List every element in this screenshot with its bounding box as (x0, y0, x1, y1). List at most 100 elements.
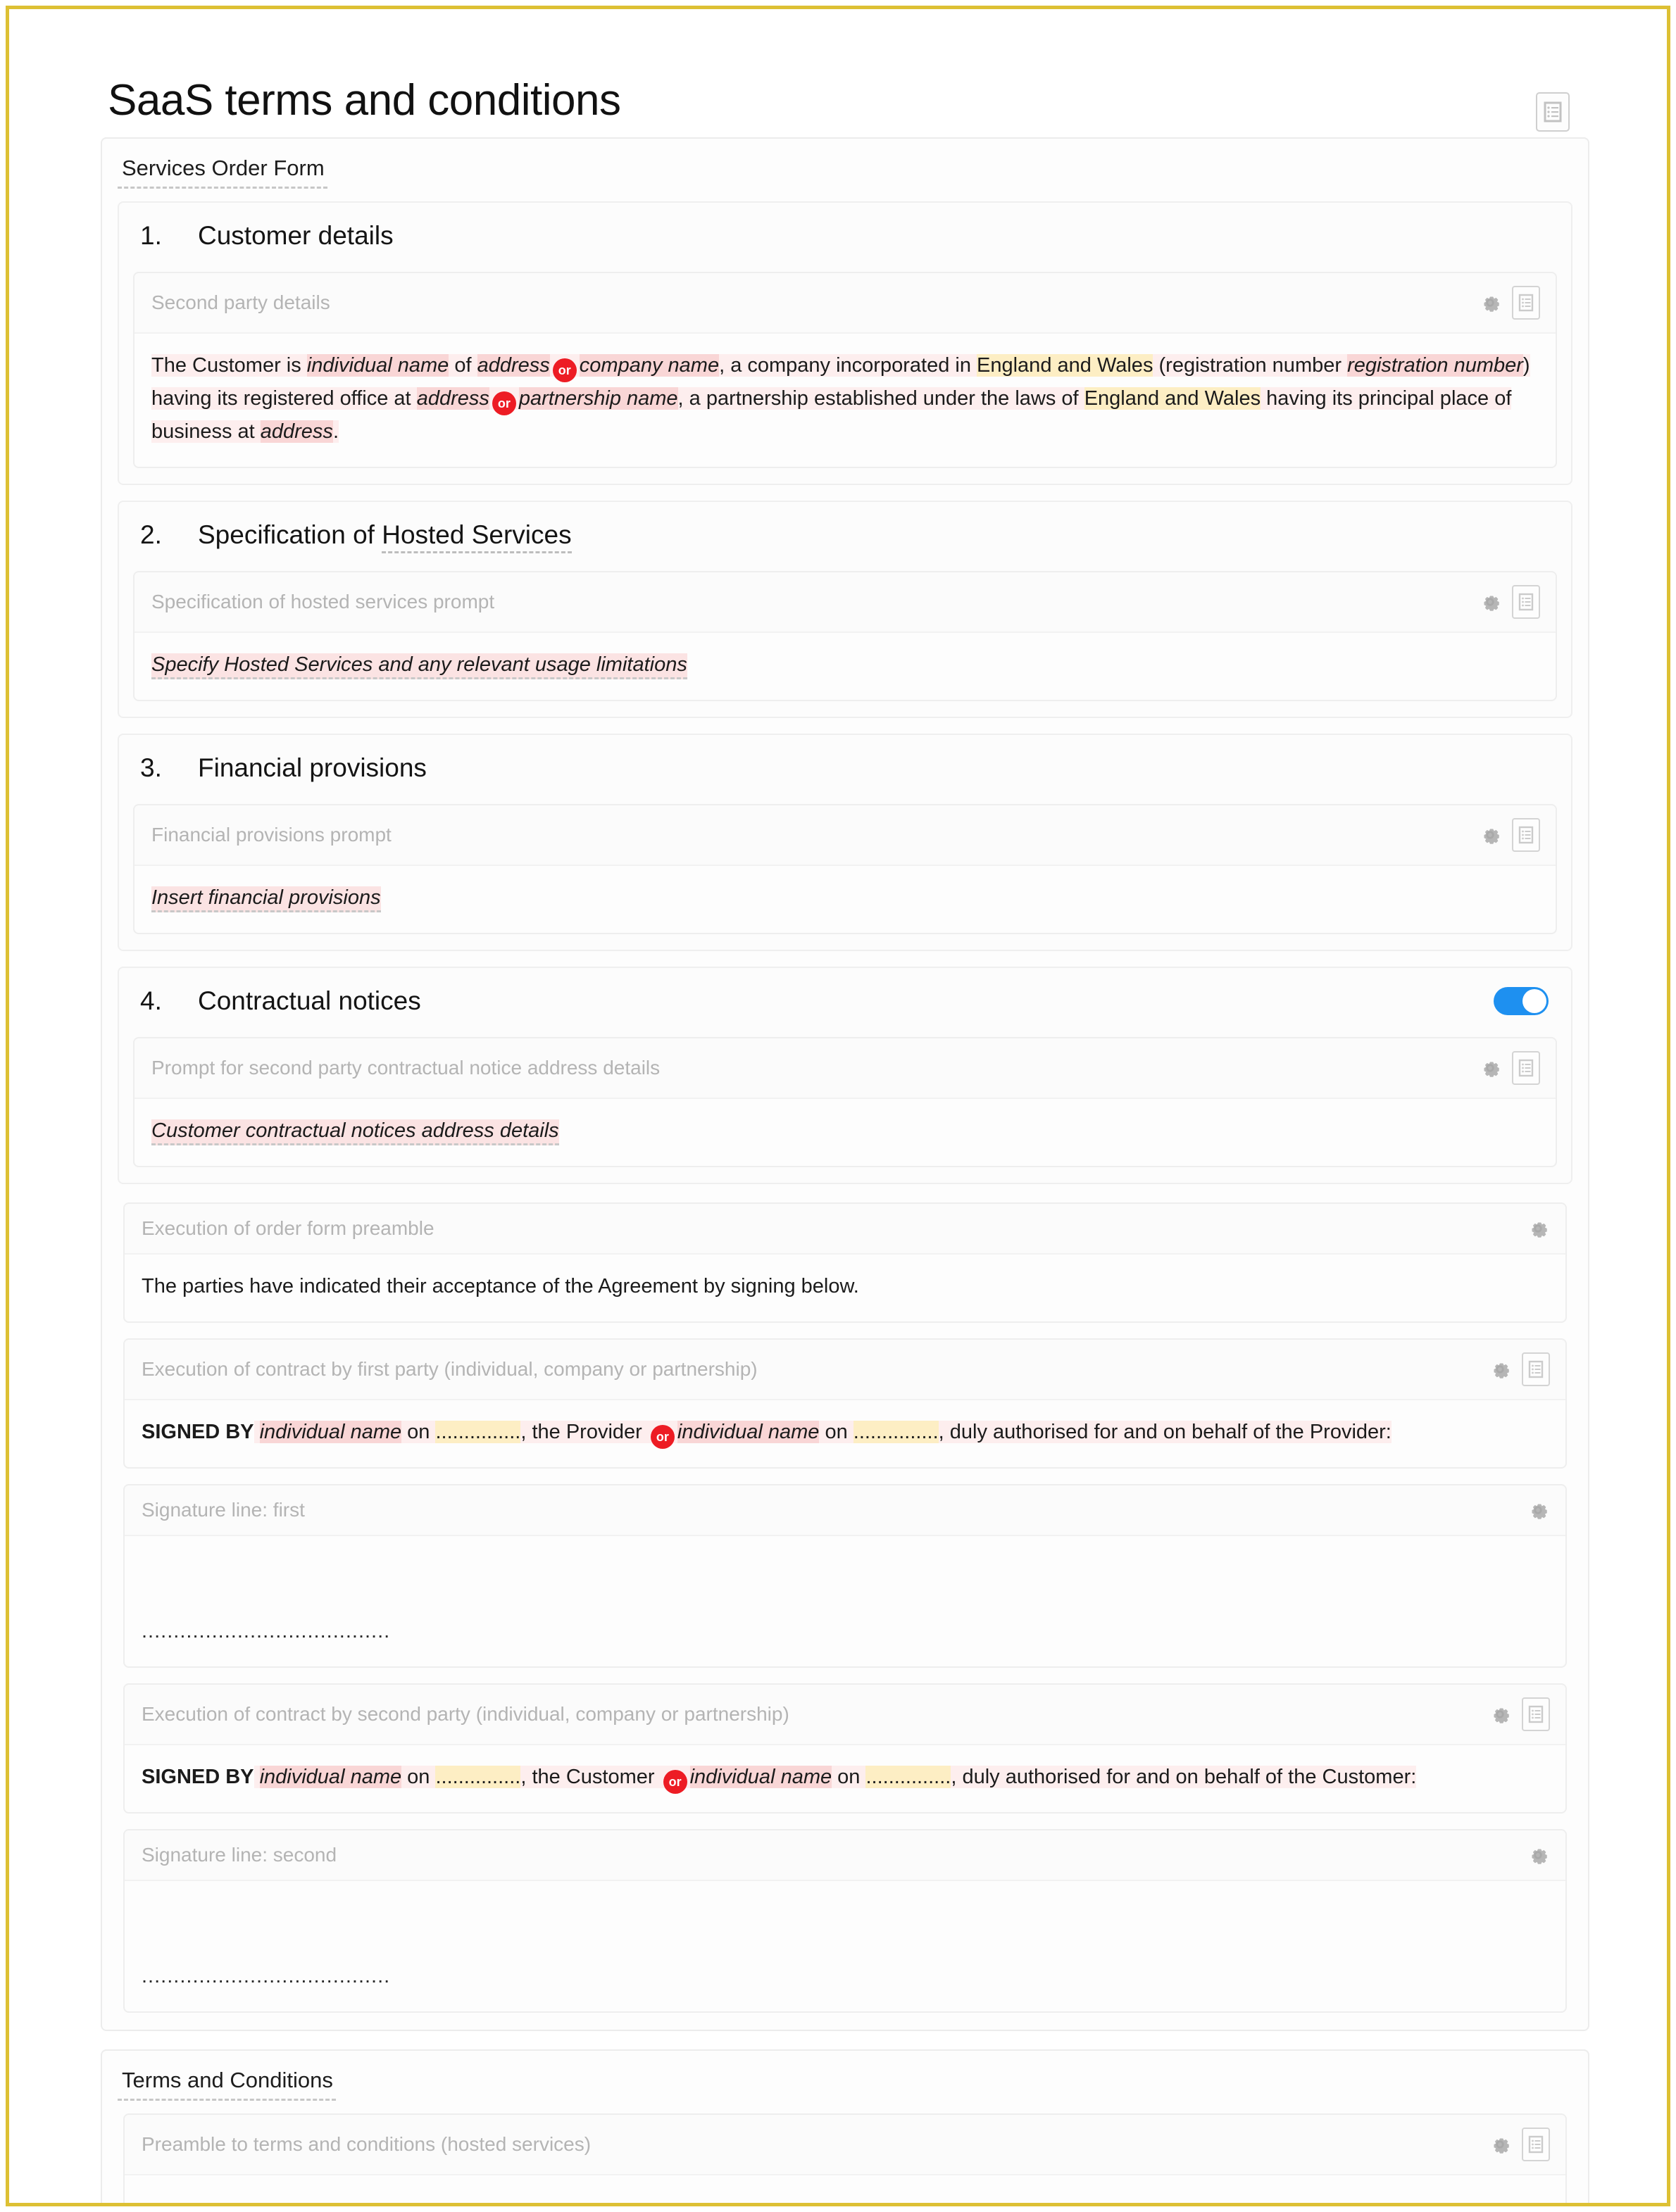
gear-icon[interactable] (1478, 590, 1502, 614)
placeholder-date[interactable]: ............... (865, 1766, 951, 1788)
gear-icon[interactable] (1526, 1217, 1550, 1240)
signed-by-label: SIGNED BY (142, 1766, 254, 1788)
placeholder-registration-number[interactable]: registration number (1347, 354, 1523, 377)
or-badge[interactable]: or (663, 1770, 687, 1794)
field-header: Prompt for second party contractual noti… (135, 1038, 1556, 1100)
text-fragment: on (401, 1766, 436, 1788)
field-contractual-notices-prompt: Prompt for second party contractual noti… (133, 1037, 1557, 1168)
field-header: Signature line: second (125, 1830, 1565, 1881)
placeholder-company-name[interactable]: company name (579, 354, 720, 377)
gear-icon[interactable] (1488, 1702, 1512, 1726)
section-contractual-notices: 4. Contractual notices Prompt for second… (118, 967, 1572, 1185)
or-badge[interactable]: or (552, 358, 577, 383)
document-page: SaaS terms and conditions Services Order… (6, 6, 1670, 2206)
text-fragment: Please read these Terms and Conditions c… (142, 2200, 1372, 2203)
field-label: Execution of order form preamble (142, 1217, 434, 1240)
gear-icon[interactable] (1478, 823, 1502, 847)
placeholder-address[interactable]: address (477, 354, 550, 377)
section-toggle-contractual-notices[interactable] (1494, 987, 1549, 1016)
gear-icon[interactable] (1478, 1056, 1502, 1080)
section-title-text: Financial provisions (198, 753, 427, 783)
placeholder-date[interactable]: ............... (435, 1766, 521, 1788)
gear-icon[interactable] (1488, 2132, 1512, 2156)
signature-line[interactable]: ....................................... (142, 1897, 1549, 1993)
or-badge[interactable]: or (492, 391, 516, 416)
signature-line[interactable]: ....................................... (142, 1552, 1549, 1648)
placeholder-individual-name[interactable]: individual name (259, 1766, 402, 1788)
field-execution-first-party: Execution of contract by first party (in… (123, 1338, 1567, 1469)
text-fragment: , a company incorporated in (719, 354, 977, 377)
defined-term-hosted-services[interactable]: Hosted Services (382, 520, 572, 554)
prompt-text[interactable]: Customer contractual notices address det… (151, 1119, 559, 1146)
section-header: 3. Financial provisions (119, 735, 1571, 804)
field-tools (1478, 286, 1540, 320)
field-execution-second-party: Execution of contract by second party (i… (123, 1683, 1567, 1814)
section-specification-hosted-services: 2. Specification of Hosted Services Spec… (118, 501, 1572, 719)
toggle-knob (1522, 989, 1546, 1014)
field-execution-preamble: Execution of order form preamble The par… (123, 1202, 1567, 1324)
or-badge[interactable]: or (650, 1425, 675, 1450)
list-icon[interactable] (1512, 818, 1540, 853)
field-header: Second party details (135, 273, 1556, 334)
prompt-text[interactable]: Specify Hosted Services and any relevant… (151, 653, 687, 680)
placeholder-address[interactable]: address (416, 387, 489, 410)
gear-icon[interactable] (1526, 1498, 1550, 1522)
field-label: Financial provisions prompt (151, 824, 392, 846)
text-fragment (254, 1421, 260, 1443)
field-terms-preamble: Preamble to terms and conditions (hosted… (123, 2113, 1567, 2203)
text-fragment: , a partnership established under the la… (677, 387, 1084, 410)
placeholder-individual-name[interactable]: individual name (689, 1766, 832, 1788)
field-tools (1526, 1498, 1550, 1522)
placeholder-date[interactable]: ............... (435, 1421, 521, 1444)
text-fragment: , the Provider (520, 1421, 648, 1444)
text-fragment: on (819, 1421, 853, 1444)
placeholder-address[interactable]: address (260, 420, 333, 444)
section-title-text: Contractual notices (198, 986, 421, 1016)
prompt-text[interactable]: Insert financial provisions (151, 886, 381, 913)
field-body: Insert financial provisions (135, 866, 1556, 933)
section-header: 2. Specification of Hosted Services (119, 502, 1571, 571)
second-party-details-text: The Customer is individual name of addre… (135, 334, 1556, 467)
list-icon[interactable] (1522, 1697, 1550, 1731)
field-label: Signature line: first (142, 1499, 305, 1521)
terms-and-conditions-card: Terms and Conditions Preamble to terms a… (101, 2049, 1589, 2203)
placeholder-individual-name[interactable]: individual name (306, 354, 449, 377)
field-tools (1488, 2127, 1550, 2161)
text-fragment: of (449, 354, 477, 377)
list-icon[interactable] (1512, 585, 1540, 620)
execution-second-party-text: SIGNED BY individual name on ...........… (125, 1745, 1565, 1812)
field-tools (1526, 1843, 1550, 1867)
text-fragment: , duly authorised for and on behalf of t… (938, 1421, 1392, 1444)
field-body: Specify Hosted Services and any relevant… (135, 633, 1556, 700)
execution-preamble-text: The parties have indicated their accepta… (142, 1275, 859, 1298)
list-icon[interactable] (1512, 1051, 1540, 1086)
placeholder-individual-name[interactable]: individual name (259, 1421, 402, 1444)
field-tools (1526, 1217, 1550, 1240)
placeholder-jurisdiction[interactable]: England and Wales (1084, 387, 1261, 410)
field-header: Signature line: first (125, 1485, 1565, 1537)
gear-icon[interactable] (1526, 1843, 1550, 1867)
placeholder-date[interactable]: ............... (853, 1421, 939, 1444)
list-document-icon-glyph (1544, 101, 1562, 122)
placeholder-individual-name[interactable]: individual name (677, 1421, 820, 1444)
placeholder-jurisdiction[interactable]: England and Wales (977, 354, 1153, 377)
field-tools (1478, 1051, 1540, 1086)
gear-icon[interactable] (1488, 1357, 1512, 1381)
field-header: Execution of contract by first party (in… (125, 1340, 1565, 1401)
field-tools (1478, 818, 1540, 853)
field-signature-line-second: Signature line: second .................… (123, 1829, 1567, 2013)
field-label: Execution of contract by second party (i… (142, 1703, 789, 1725)
field-label: Execution of contract by first party (in… (142, 1358, 758, 1381)
section-header: 1. Customer details (119, 203, 1571, 272)
field-tools (1478, 585, 1540, 620)
list-icon[interactable] (1512, 286, 1540, 320)
text-fragment: The Customer is (151, 354, 307, 377)
section-title: 2. Specification of Hosted Services (140, 520, 572, 554)
gear-icon[interactable] (1478, 291, 1502, 315)
placeholder-partnership-name[interactable]: partnership name (518, 387, 678, 410)
list-icon[interactable] (1522, 2127, 1550, 2161)
section-customer-details: 1. Customer details Second party details (118, 201, 1572, 486)
list-icon[interactable] (1522, 1352, 1550, 1387)
defined-term-hosted-services[interactable]: Hosted Services (1372, 2199, 1521, 2203)
list-document-icon[interactable] (1536, 92, 1570, 132)
